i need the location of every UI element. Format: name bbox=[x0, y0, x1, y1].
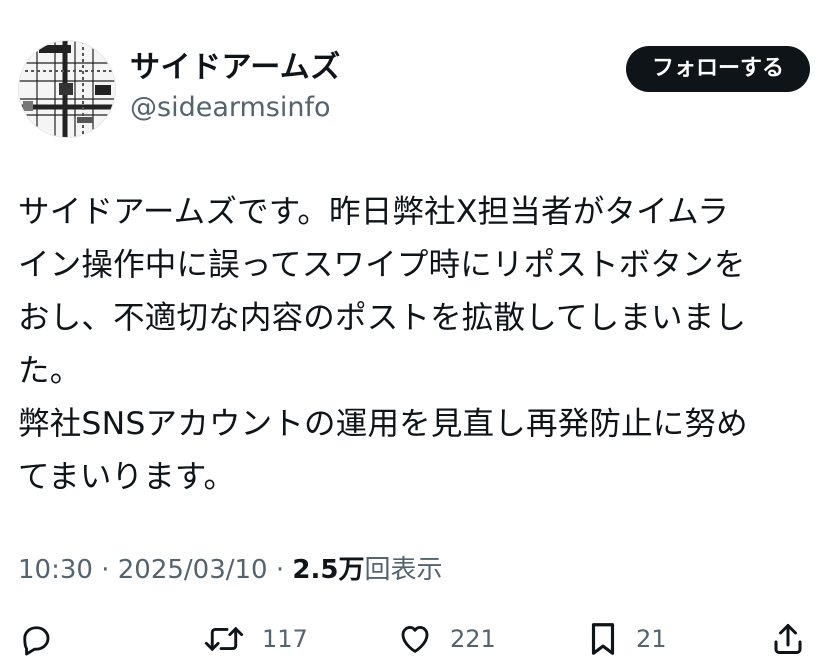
follow-button[interactable]: フォローする bbox=[625, 46, 810, 92]
heart-icon bbox=[401, 626, 429, 653]
action-bar: 117 221 21 bbox=[18, 614, 810, 664]
views-label: 回表示 bbox=[364, 555, 443, 585]
post-line: た。 bbox=[18, 353, 82, 389]
post-meta: 10:30 · 2025/03/10 · 2.5万回表示 bbox=[18, 550, 442, 590]
post-text: サイドアームズです。昨日弊社X担当者がタイムラ イン操作中に誤ってスワイプ時にリ… bbox=[18, 186, 810, 504]
avatar[interactable] bbox=[18, 40, 116, 138]
post-date[interactable]: 2025/03/10 bbox=[118, 555, 268, 585]
post-line: サイドアームズです。昨日弊社X担当者がタイムラ bbox=[18, 194, 729, 230]
share-button[interactable] bbox=[770, 614, 806, 664]
bookmark-count: 21 bbox=[636, 625, 667, 653]
like-count: 221 bbox=[450, 625, 496, 653]
post-header: サイドアームズ @sidearmsinfo フォローする bbox=[18, 40, 810, 140]
bookmark-button[interactable]: 21 bbox=[586, 614, 667, 664]
reply-icon bbox=[23, 626, 50, 656]
reply-button[interactable] bbox=[18, 614, 70, 664]
share-icon bbox=[774, 624, 802, 654]
views-count[interactable]: 2.5万 bbox=[292, 555, 364, 585]
post-time[interactable]: 10:30 bbox=[18, 555, 93, 585]
meta-separator: · bbox=[267, 555, 293, 585]
display-name[interactable]: サイドアームズ bbox=[130, 48, 341, 88]
bookmark-icon bbox=[591, 623, 615, 655]
account-names: サイドアームズ @sidearmsinfo bbox=[130, 48, 341, 126]
map-avatar-image bbox=[19, 41, 115, 137]
post-line: 弊社SNSアカウントの運用を見直し再発防止に努め bbox=[18, 406, 748, 442]
meta-separator: · bbox=[92, 555, 118, 585]
post-line: イン操作中に誤ってスワイプ時にリポストボタンを bbox=[18, 247, 746, 283]
post-line: てまいります。 bbox=[18, 459, 236, 495]
post-line: おし、不適切な内容のポストを拡散してしまいまし bbox=[18, 300, 747, 336]
like-button[interactable]: 221 bbox=[396, 614, 496, 664]
repost-icon bbox=[204, 627, 244, 651]
repost-button[interactable]: 117 bbox=[202, 614, 308, 664]
repost-count: 117 bbox=[262, 625, 308, 653]
account-handle[interactable]: @sidearmsinfo bbox=[130, 90, 341, 126]
